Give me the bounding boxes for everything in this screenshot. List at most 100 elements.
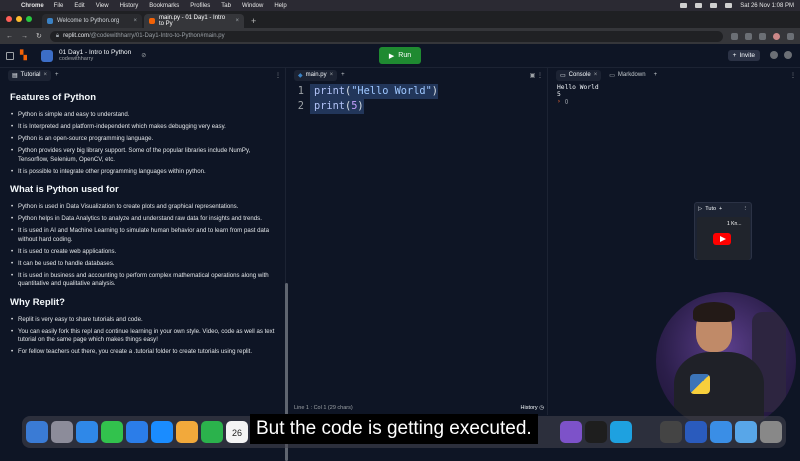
close-tab-icon[interactable]: × [43,72,47,78]
minimize-window-icon[interactable] [16,16,22,22]
facetime-icon[interactable] [201,421,223,443]
tab-markdown[interactable]: ▭ Markdown [605,70,649,81]
back-icon[interactable]: ← [6,33,13,40]
close-tab-icon[interactable]: × [594,72,598,78]
menu-view[interactable]: View [96,3,109,9]
console-prompt[interactable]: › ▯ [557,98,599,105]
close-tab-icon[interactable]: × [330,72,334,78]
tab-console[interactable]: ▭ Console × [556,69,602,81]
menu-file[interactable]: File [54,3,64,9]
add-tab-button[interactable]: + [341,72,345,78]
extensions-puzzle-icon[interactable] [759,32,766,40]
menu-bookmarks[interactable]: Bookmarks [149,3,179,9]
code-line[interactable]: 2 print(5) [290,99,548,114]
panel-menu-icon[interactable]: ⋮ [743,206,749,212]
forward-icon[interactable]: → [21,33,28,40]
window-controls [6,16,32,22]
menu-app-name[interactable]: Chrome [21,3,44,9]
menu-datetime[interactable]: Sat 26 Nov 1:08 PM [740,3,794,9]
launchpad-icon[interactable] [51,421,73,443]
close-tab-icon[interactable]: × [133,18,137,24]
podcast-icon[interactable] [560,421,582,443]
youtube-play-icon[interactable] [713,233,731,245]
menu-window[interactable]: Window [242,3,263,9]
extension-icon[interactable] [745,32,752,40]
search-icon[interactable] [710,3,718,8]
profile-avatar[interactable] [773,32,780,40]
list-item: Python is simple and easy to understand. [10,111,278,120]
browser-tab-strip: Welcome to Python.org × main.py - 01 Day… [0,11,800,33]
menu-profiles[interactable]: Profiles [190,3,210,9]
list-item: Python helps in Data Analytics to analyz… [10,215,278,224]
wifi-icon[interactable] [695,3,703,8]
battery-icon[interactable] [680,3,688,8]
tutorial-panel: ▤ Tutorial × + ⋮ Features of Python Pyth… [4,68,288,461]
repl-title-block[interactable]: 01 Day1 - Intro to Python codewithharry [59,49,131,63]
calendar-icon[interactable]: 26 [226,421,248,443]
messages-icon[interactable] [101,421,123,443]
console-output[interactable]: Hello World 5 › ▯ [557,84,599,105]
browser-menu-icon[interactable] [787,32,794,40]
close-window-icon[interactable] [6,16,12,22]
control-center-icon[interactable] [725,3,733,8]
finder-icon[interactable] [26,421,48,443]
history-label: History [520,405,538,411]
add-tab-button[interactable]: + [719,206,722,212]
editor-layout-icon[interactable]: ▣ ⋮ [530,72,543,79]
new-tab-button[interactable]: + [246,16,261,28]
list-item: It is used to create web applications. [10,248,278,257]
replit-logo-icon[interactable]: ▚ [20,51,29,60]
list-item: Python is an open-source programming lan… [10,135,278,144]
app-store-icon[interactable] [151,421,173,443]
activity-monitor-icon[interactable] [660,421,682,443]
add-tab-button[interactable]: + [654,72,658,78]
python-logo-icon [690,374,710,394]
notifications-icon[interactable] [770,51,778,59]
browser-tab-python-org[interactable]: Welcome to Python.org × [42,14,142,28]
code-line[interactable]: 1 print("Hello World") [290,84,548,99]
tab-main-py[interactable]: ◆ main.py × [294,69,338,81]
history-button[interactable]: History ◷ [521,405,544,411]
menu-tab[interactable]: Tab [221,3,231,9]
browser-toolbar: ← → ↻ 🔒︎ replit.com/@codewithharry/01-Da… [0,28,800,44]
menu-history[interactable]: History [120,3,139,9]
terminal-icon[interactable] [585,421,607,443]
close-tab-icon[interactable]: × [235,18,239,24]
bookmark-star-icon[interactable] [731,32,738,40]
mini-video-pane[interactable]: ▷ Tuto + ⋮ 1 Kn... [694,202,752,260]
code-arg: "Hello World" [351,85,432,97]
panel-menu-icon[interactable]: ⋮ [790,72,796,79]
word-icon[interactable] [685,421,707,443]
menu-help[interactable]: Help [274,3,286,9]
tutorial-tab-bar: ▤ Tutorial × + ⋮ [4,68,285,82]
run-button[interactable]: ▶ Run [379,47,421,64]
preview-icon[interactable] [710,421,732,443]
tab-tutorial[interactable]: ▤ Tutorial × [8,69,51,81]
video-thumbnail[interactable]: 1 Kn... [697,217,750,260]
prompt-chevron-icon: › [557,98,561,105]
mail-icon[interactable] [126,421,148,443]
menu-edit[interactable]: Edit [74,3,84,9]
panel-menu-icon[interactable]: ⋮ [275,72,281,79]
downloads-folder-icon[interactable] [735,421,757,443]
photos-icon[interactable] [176,421,198,443]
code-editor[interactable]: 1 print("Hello World") 2 print(5) [290,84,548,384]
python-favicon-icon [47,18,53,24]
section-heading: Why Replit? [10,296,65,308]
editor-tab-bar: ◆ main.py × + ▣ ⋮ [290,68,547,82]
address-bar[interactable]: 🔒︎ replit.com/@codewithharry/01-Day1-Int… [49,30,723,42]
sidebar-toggle-icon[interactable] [6,51,14,60]
lock-icon[interactable]: 🔒︎ [56,33,59,40]
browser-tab-replit[interactable]: main.py - 01 Day1 - Intro to Py × [144,14,244,28]
link-icon[interactable]: ⊘ [141,52,146,59]
add-tab-button[interactable]: + [55,72,59,78]
reload-icon[interactable]: ↻ [36,32,42,40]
trash-icon[interactable] [760,421,782,443]
safari-icon[interactable] [76,421,98,443]
skype-icon[interactable] [610,421,632,443]
invite-button[interactable]: + Invite [727,50,760,61]
section-heading: What is Python used for [10,184,119,196]
user-avatar[interactable] [784,51,792,59]
zoom-window-icon[interactable] [26,16,32,22]
console-line: 5 [557,91,561,98]
